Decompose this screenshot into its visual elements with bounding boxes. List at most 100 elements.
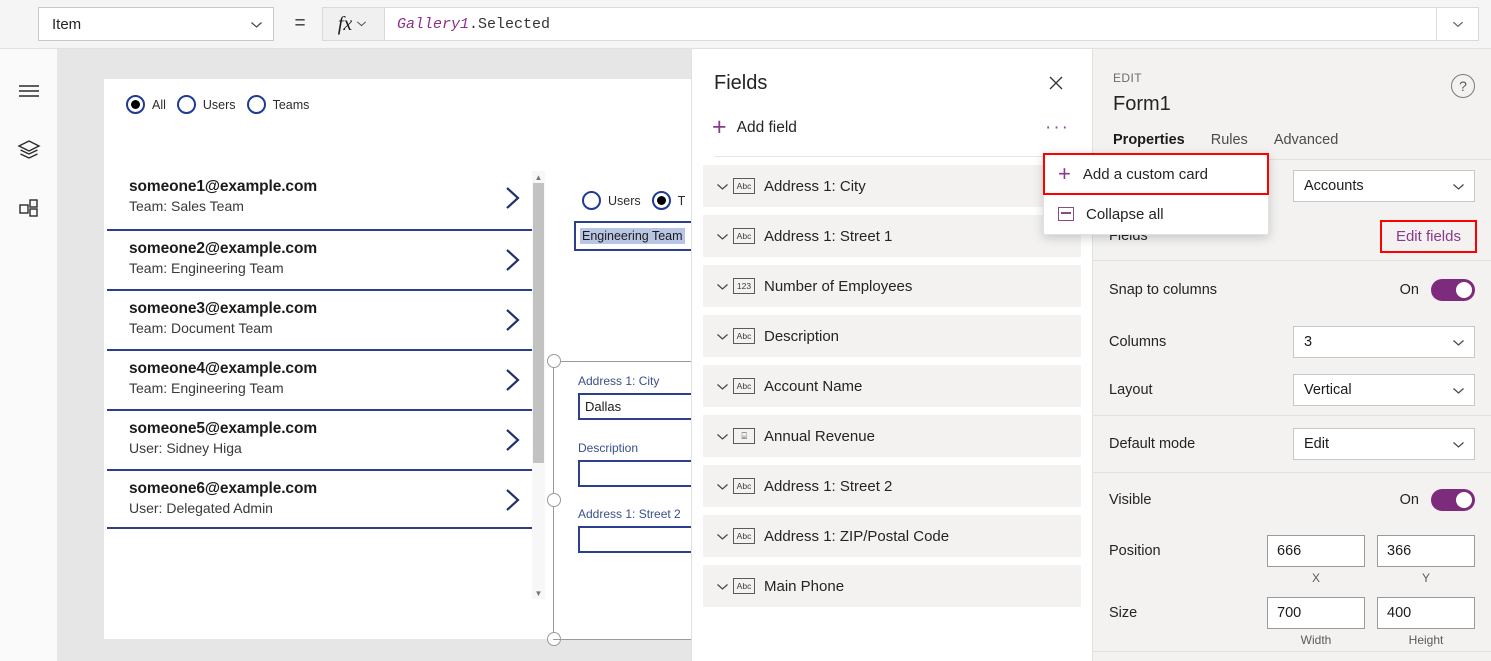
plus-icon: + — [712, 115, 727, 140]
formula-expand-button[interactable] — [1437, 7, 1479, 41]
columns-select[interactable]: 3 — [1293, 326, 1475, 358]
field-row[interactable]: Abc Account Name — [703, 365, 1081, 407]
fx-button[interactable]: fx — [322, 7, 385, 41]
gallery-item[interactable]: someone3@example.com Team: Document Team — [107, 289, 537, 349]
field-row[interactable]: ⌸ Annual Revenue — [703, 415, 1081, 457]
chevron-down-icon — [1452, 438, 1465, 451]
left-rail — [0, 49, 58, 661]
collapse-icon — [1058, 207, 1074, 221]
field-row[interactable]: Abc Main Phone — [703, 565, 1081, 607]
size-width-input[interactable]: 700 — [1267, 597, 1365, 629]
scroll-up-icon[interactable]: ▲ — [532, 171, 545, 183]
default-mode-select[interactable]: Edit — [1293, 428, 1475, 460]
data-source-select[interactable]: Accounts — [1293, 170, 1475, 202]
position-y-input[interactable]: 366 — [1377, 535, 1475, 567]
property-select[interactable]: Item — [38, 7, 274, 41]
chevron-down-icon[interactable] — [711, 180, 733, 193]
radio-users-detail[interactable]: Users — [582, 191, 641, 210]
menu-item-add-custom-card[interactable]: + Add a custom card — [1044, 154, 1268, 194]
snap-to-columns-toggle[interactable] — [1431, 279, 1475, 301]
size-height-caption: Height — [1409, 633, 1444, 647]
field-row[interactable]: Abc Address 1: Street 2 — [703, 465, 1081, 507]
chevron-right-icon[interactable] — [503, 305, 523, 340]
gallery-item-title: someone2@example.com — [129, 240, 537, 258]
radio-label: T — [678, 194, 686, 208]
ellipsis-icon[interactable]: ··· — [1045, 118, 1070, 137]
field-type-icon: 123 — [733, 278, 755, 294]
field-row-label: Address 1: Street 1 — [764, 228, 892, 245]
radio-users[interactable]: Users — [177, 95, 236, 114]
field-row[interactable]: Abc Description — [703, 315, 1081, 357]
chevron-down-icon[interactable] — [711, 380, 733, 393]
chevron-right-icon[interactable] — [503, 183, 523, 218]
gallery-item-subtitle: User: Delegated Admin — [129, 500, 537, 516]
formula-rest: .Selected — [469, 16, 550, 33]
team-combobox[interactable]: Engineering Team — [574, 221, 691, 251]
fields-panel-header: Fields — [692, 49, 1092, 97]
field-row[interactable]: Abc Address 1: Street 1 — [703, 215, 1081, 257]
chevron-down-icon[interactable] — [711, 430, 733, 443]
add-field-button[interactable]: + Add field — [712, 115, 1045, 140]
visible-toggle[interactable] — [1431, 489, 1475, 511]
field-row[interactable]: Abc Address 1: ZIP/Postal Code — [703, 515, 1081, 557]
field-type-icon: Abc — [733, 328, 755, 344]
gallery-item[interactable]: someone2@example.com Team: Engineering T… — [107, 229, 537, 289]
chevron-down-icon[interactable] — [711, 580, 733, 593]
gallery-scrollbar[interactable]: ▲ ▼ — [532, 171, 545, 599]
position-y-caption: Y — [1422, 571, 1430, 585]
position-x-input[interactable]: 666 — [1267, 535, 1365, 567]
menu-item-collapse-all[interactable]: Collapse all — [1044, 194, 1268, 234]
field-input[interactable] — [578, 460, 691, 487]
scroll-down-icon[interactable]: ▼ — [532, 587, 545, 599]
divider — [1093, 651, 1491, 652]
chevron-right-icon[interactable] — [503, 485, 523, 520]
field-input[interactable]: Dallas — [578, 393, 691, 420]
layout-select[interactable]: Vertical — [1293, 374, 1475, 406]
gallery-item[interactable]: someone4@example.com Team: Engineering T… — [107, 349, 537, 409]
scrollbar-thumb[interactable] — [533, 183, 544, 463]
formula-input[interactable]: Gallery1.Selected — [385, 7, 1437, 41]
size-height-input[interactable]: 400 — [1377, 597, 1475, 629]
properties-eyebrow: EDIT — [1113, 71, 1471, 85]
power-apps-studio: Item = fx Gallery1.Selected — [0, 0, 1491, 661]
field-row-label: Address 1: Street 2 — [764, 478, 892, 495]
field-row-label: Description — [764, 328, 839, 345]
edit-fields-button[interactable]: Edit fields — [1382, 222, 1475, 251]
close-icon[interactable] — [1042, 69, 1070, 97]
columns-row: Columns 3 — [1093, 319, 1491, 365]
hamburger-menu-icon[interactable] — [9, 71, 49, 111]
snap-to-columns-row: Snap to columns On — [1093, 261, 1491, 319]
chevron-down-icon[interactable] — [711, 330, 733, 343]
chevron-down-icon — [1452, 180, 1465, 193]
radio-teams[interactable]: Teams — [247, 95, 310, 114]
gallery-item-subtitle: Team: Engineering Team — [129, 380, 537, 396]
chevron-down-icon[interactable] — [711, 230, 733, 243]
chevron-right-icon[interactable] — [503, 365, 523, 400]
gallery-item[interactable]: someone1@example.com Team: Sales Team — [107, 169, 537, 229]
layers-icon[interactable] — [9, 130, 49, 170]
chevron-right-icon[interactable] — [503, 245, 523, 280]
chevron-down-icon[interactable] — [711, 280, 733, 293]
radio-teams-detail[interactable]: T — [652, 191, 686, 210]
radio-all[interactable]: All — [126, 95, 166, 114]
help-icon[interactable]: ? — [1451, 74, 1475, 98]
properties-panel: EDIT Form1 ? Properties Rules Advanced A… — [1093, 49, 1491, 661]
gallery-item[interactable]: someone6@example.com User: Delegated Adm… — [107, 469, 537, 529]
field-input[interactable] — [578, 526, 691, 553]
fields-panel: Fields + Add field ··· Abc Address 1: Ci… — [691, 49, 1093, 661]
chevron-right-icon[interactable] — [503, 425, 523, 460]
chevron-down-icon[interactable] — [711, 480, 733, 493]
properties-title: Form1 — [1113, 93, 1471, 116]
gallery-item[interactable]: someone5@example.com User: Sidney Higa — [107, 409, 537, 469]
tab-advanced[interactable]: Advanced — [1274, 132, 1339, 159]
gallery1[interactable]: someone1@example.com Team: Sales Team so… — [107, 169, 537, 609]
field-row[interactable]: Abc Address 1: City — [703, 165, 1081, 207]
detail-radio-group: Users T — [582, 191, 685, 210]
resize-handle[interactable] — [547, 493, 561, 507]
components-icon[interactable] — [9, 189, 49, 229]
chevron-down-icon — [1452, 336, 1465, 349]
field-row[interactable]: 123 Number of Employees — [703, 265, 1081, 307]
resize-handle[interactable] — [547, 354, 561, 368]
chevron-down-icon[interactable] — [711, 530, 733, 543]
radio-icon — [177, 95, 196, 114]
